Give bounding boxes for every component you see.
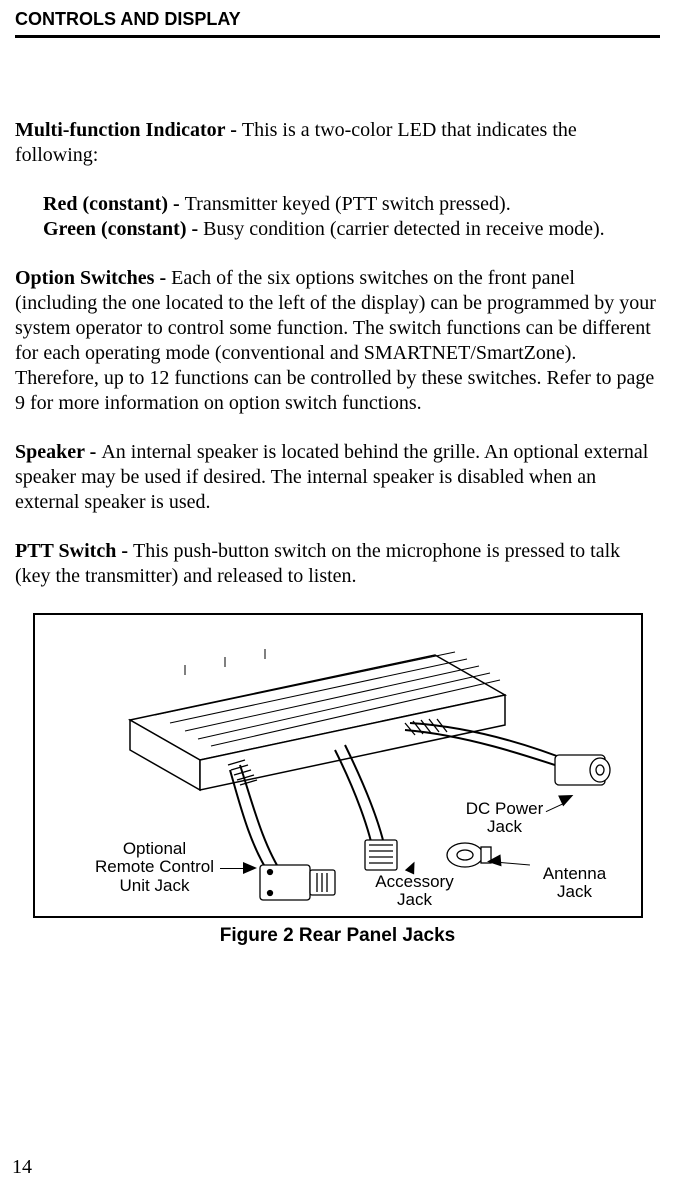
arrow-head-remote bbox=[243, 862, 257, 874]
label-ptt: PTT Switch - bbox=[15, 540, 133, 562]
red-line: Red (constant) - Transmitter keyed (PTT … bbox=[43, 192, 660, 217]
text-green: Busy condition (carrier detected in rece… bbox=[203, 218, 605, 240]
section-header: CONTROLS AND DISPLAY bbox=[15, 8, 660, 38]
label-option-switches: Option Switches - bbox=[15, 267, 171, 289]
paragraph-multi-indicator: Multi-function Indicator - This is a two… bbox=[15, 118, 660, 168]
label-speaker: Speaker - bbox=[15, 441, 101, 463]
text-red: Transmitter keyed (PTT switch pressed). bbox=[185, 193, 511, 215]
page-number: 14 bbox=[12, 1155, 32, 1180]
paragraph-ptt: PTT Switch - This push-button switch on … bbox=[15, 539, 660, 589]
figure-rear-panel: DC PowerJack AntennaJack AccessoryJack O… bbox=[33, 613, 643, 918]
paragraph-speaker: Speaker - An internal speaker is located… bbox=[15, 440, 660, 515]
label-antenna: AntennaJack bbox=[535, 865, 615, 902]
paragraph-option-switches: Option Switches - Each of the six option… bbox=[15, 266, 660, 416]
label-dc-power: DC PowerJack bbox=[460, 800, 550, 837]
label-accessory: AccessoryJack bbox=[370, 873, 460, 910]
arrow-head-antenna bbox=[486, 854, 501, 867]
arrow-line-remote bbox=[220, 868, 245, 869]
label-red: Red (constant) - bbox=[43, 193, 185, 215]
green-line: Green (constant) - Busy condition (carri… bbox=[43, 217, 660, 242]
label-remote: OptionalRemote ControlUnit Jack bbox=[90, 840, 220, 896]
text-speaker: An internal speaker is located behind th… bbox=[15, 441, 648, 513]
figure-caption: Figure 2 Rear Panel Jacks bbox=[15, 924, 660, 948]
label-multi-indicator: Multi-function Indicator - bbox=[15, 119, 242, 141]
label-green: Green (constant) - bbox=[43, 218, 203, 240]
indicator-definitions: Red (constant) - Transmitter keyed (PTT … bbox=[43, 192, 660, 242]
